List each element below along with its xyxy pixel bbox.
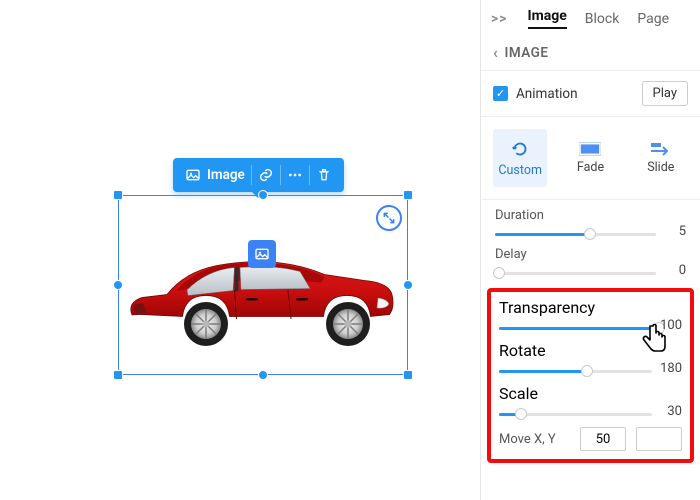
move-xy-label: Move X, Y	[499, 432, 570, 447]
resize-handle-s[interactable]	[258, 370, 268, 380]
resize-handle-se[interactable]	[403, 370, 413, 380]
custom-icon	[509, 138, 531, 160]
resize-handle-nw[interactable]	[113, 190, 123, 200]
delay-label: Delay	[495, 247, 686, 262]
toolbar-image-label: Image	[207, 167, 245, 183]
scale-label: Scale	[499, 384, 682, 403]
chevron-left-icon: ‹	[493, 43, 498, 62]
duration-slider[interactable]: 5	[495, 227, 686, 241]
trash-icon	[316, 167, 332, 183]
transparency-value: 100	[660, 318, 682, 333]
preset-slide-label: Slide	[647, 160, 674, 175]
duration-label: Duration	[495, 208, 686, 223]
slide-icon	[649, 141, 673, 157]
toolbar-image-button[interactable]: Image	[179, 158, 251, 192]
resize-handle-n[interactable]	[258, 190, 268, 200]
tabs-overflow-button[interactable]: >>	[491, 11, 508, 27]
duration-value: 5	[679, 224, 686, 239]
toolbar-delete-button[interactable]	[310, 158, 338, 192]
tab-block[interactable]: Block	[585, 11, 620, 27]
resize-handle-ne[interactable]	[403, 190, 413, 200]
preset-custom-label: Custom	[498, 163, 542, 178]
preset-fade-label: Fade	[577, 160, 604, 175]
resize-handle-w[interactable]	[113, 280, 123, 290]
checkbox-checked-icon: ✓	[493, 86, 508, 101]
fade-icon	[579, 141, 601, 157]
canvas[interactable]: Image	[0, 0, 480, 500]
resize-handle-sw[interactable]	[113, 370, 123, 380]
ellipsis-icon	[287, 167, 303, 183]
link-icon	[258, 167, 274, 183]
rotate-slider[interactable]: 180	[499, 364, 682, 378]
transparency-label: Transparency	[499, 298, 682, 317]
inspector-panel: >> Image Block Page ‹ IMAGE ✓ Animation …	[480, 0, 700, 500]
breadcrumb-label: IMAGE	[504, 45, 548, 61]
preset-custom[interactable]: Custom	[493, 129, 547, 187]
delay-value: 0	[679, 263, 686, 278]
selected-image[interactable]	[118, 195, 408, 375]
move-x-input[interactable]	[580, 427, 626, 451]
selection-toolbar: Image	[173, 158, 344, 192]
animation-toggle-label: Animation	[516, 86, 578, 102]
breadcrumb[interactable]: ‹ IMAGE	[481, 35, 700, 70]
animation-toggle[interactable]: ✓ Animation	[493, 86, 578, 102]
highlighted-region: Transparency 100 Rotate 180 Scale 30 Mov…	[487, 288, 694, 463]
preset-fade[interactable]: Fade	[563, 129, 617, 187]
scale-value: 30	[667, 404, 682, 419]
rotate-label: Rotate	[499, 341, 682, 360]
preset-slide[interactable]: Slide	[634, 129, 688, 187]
tab-page[interactable]: Page	[637, 11, 669, 27]
toolbar-more-button[interactable]	[281, 158, 309, 192]
delay-slider[interactable]: 0	[495, 266, 686, 280]
transparency-slider[interactable]: 100	[499, 321, 682, 335]
play-button[interactable]: Play	[642, 81, 689, 106]
image-icon	[185, 167, 201, 183]
rotate-value: 180	[660, 361, 682, 376]
resize-handle-e[interactable]	[403, 280, 413, 290]
scale-slider[interactable]: 30	[499, 407, 682, 421]
tab-image[interactable]: Image	[528, 8, 567, 29]
toolbar-link-button[interactable]	[252, 158, 280, 192]
move-y-input[interactable]	[636, 427, 682, 451]
